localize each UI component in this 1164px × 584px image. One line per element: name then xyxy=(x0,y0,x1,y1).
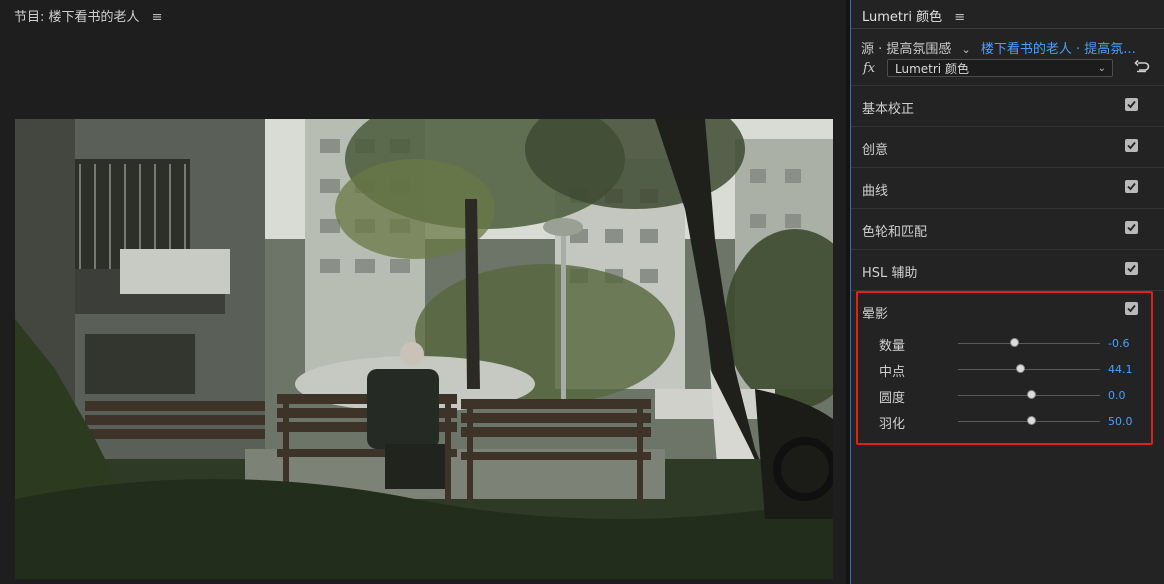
section-enable-checkbox[interactable] xyxy=(1125,139,1138,152)
effect-row: fx Lumetri 颜色 ⌄ xyxy=(861,58,1151,80)
feather-slider-thumb[interactable] xyxy=(1027,416,1037,425)
section-label: 色轮和匹配 xyxy=(862,225,928,240)
section-hsl-secondary[interactable]: HSL 辅助 xyxy=(851,249,1164,290)
param-label: 数量 xyxy=(879,339,906,354)
vignette-amount-row: 数量 -0.6 xyxy=(851,333,1164,354)
section-enable-checkbox[interactable] xyxy=(1125,180,1138,193)
section-label: 曲线 xyxy=(862,184,889,199)
effect-dropdown-value: Lumetri 颜色 xyxy=(895,62,969,76)
tab-divider xyxy=(851,28,1164,29)
section-enable-checkbox[interactable] xyxy=(1125,98,1138,111)
lumetri-tab[interactable]: Lumetri 颜色 ≡ xyxy=(862,6,965,25)
section-enable-checkbox[interactable] xyxy=(1125,221,1138,234)
reset-icon[interactable] xyxy=(1134,59,1150,75)
section-label: HSL 辅助 xyxy=(862,266,918,281)
section-creative[interactable]: 创意 xyxy=(851,126,1164,167)
roundness-slider-thumb[interactable] xyxy=(1027,390,1037,399)
roundness-value[interactable]: 0.0 xyxy=(1108,389,1126,402)
section-basic-correction[interactable]: 基本校正 xyxy=(851,85,1164,126)
source-row: 源 · 提高氛围感 ⌄ 楼下看书的老人 · 提高氛... xyxy=(861,38,1136,57)
feather-value[interactable]: 50.0 xyxy=(1108,415,1133,428)
param-label: 圆度 xyxy=(879,391,906,406)
program-title: 节目: 楼下看书的老人 xyxy=(14,10,140,25)
video-image xyxy=(15,119,833,579)
vignette-roundness-row: 圆度 0.0 xyxy=(851,385,1164,406)
fx-icon[interactable]: fx xyxy=(863,61,875,76)
section-list: 基本校正 创意 曲线 色轮和匹配 HSL 辅助 xyxy=(851,85,1164,291)
sequence-clip-link[interactable]: 楼下看书的老人 · 提高氛... xyxy=(981,42,1136,57)
section-curves[interactable]: 曲线 xyxy=(851,167,1164,208)
chevron-down-icon[interactable]: ⌄ xyxy=(962,43,971,56)
param-label: 羽化 xyxy=(879,417,906,432)
midpoint-value[interactable]: 44.1 xyxy=(1108,363,1133,376)
amount-value[interactable]: -0.6 xyxy=(1108,337,1129,350)
vignette-midpoint-row: 中点 44.1 xyxy=(851,359,1164,380)
section-label: 基本校正 xyxy=(862,102,915,117)
midpoint-slider-thumb[interactable] xyxy=(1015,364,1025,373)
chevron-down-icon: ⌄ xyxy=(1097,63,1106,74)
vignette-feather-row: 羽化 50.0 xyxy=(851,411,1164,432)
param-label: 中点 xyxy=(879,365,906,380)
program-monitor: 节目: 楼下看书的老人 ≡ xyxy=(0,0,846,584)
program-title-bar: 节目: 楼下看书的老人 ≡ xyxy=(14,6,163,25)
amount-slider-track[interactable] xyxy=(958,343,1100,344)
midpoint-slider-track[interactable] xyxy=(958,369,1100,370)
video-frame[interactable] xyxy=(15,119,833,579)
section-color-wheels[interactable]: 色轮和匹配 xyxy=(851,208,1164,249)
section-enable-checkbox[interactable] xyxy=(1125,262,1138,275)
vignette-enable-checkbox[interactable] xyxy=(1125,302,1138,315)
panel-tab-title: Lumetri 颜色 xyxy=(862,10,943,25)
amount-slider-thumb[interactable] xyxy=(1010,338,1020,347)
source-clip-label[interactable]: 源 · 提高氛围感 xyxy=(861,42,951,57)
vignette-section-label[interactable]: 晕影 xyxy=(862,303,888,322)
panel-menu-icon[interactable]: ≡ xyxy=(954,10,965,25)
lumetri-color-panel: Lumetri 颜色 ≡ 源 · 提高氛围感 ⌄ 楼下看书的老人 · 提高氛..… xyxy=(850,0,1164,584)
program-menu-icon[interactable]: ≡ xyxy=(152,10,163,25)
effect-dropdown[interactable]: Lumetri 颜色 ⌄ xyxy=(887,59,1113,77)
section-label: 创意 xyxy=(862,143,889,158)
